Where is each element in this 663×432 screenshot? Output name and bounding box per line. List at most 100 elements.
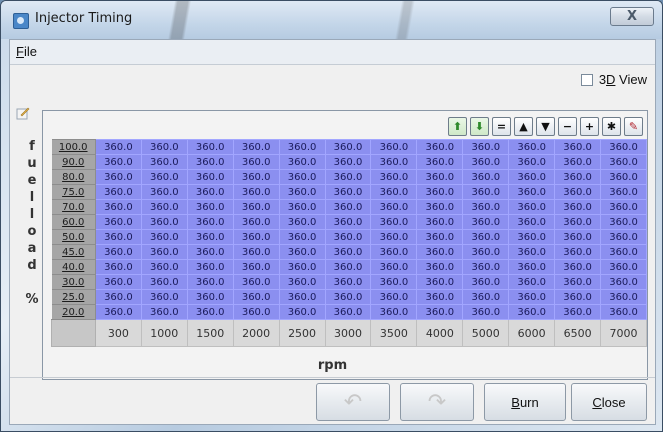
table-cell[interactable]: 360.0 bbox=[186, 184, 234, 200]
table-cell[interactable]: 360.0 bbox=[462, 199, 510, 215]
multiply-button[interactable]: ✱ bbox=[602, 117, 621, 136]
table-cell[interactable]: 360.0 bbox=[370, 199, 418, 215]
table-cell[interactable]: 360.0 bbox=[186, 304, 234, 320]
table-cell[interactable]: 360.0 bbox=[600, 244, 647, 260]
table-cell[interactable]: 360.0 bbox=[186, 139, 234, 155]
table-cell[interactable]: 360.0 bbox=[462, 244, 510, 260]
table-cell[interactable]: 360.0 bbox=[140, 214, 188, 230]
table-cell[interactable]: 360.0 bbox=[140, 169, 188, 185]
minus-button[interactable]: − bbox=[558, 117, 577, 136]
table-cell[interactable]: 360.0 bbox=[278, 244, 326, 260]
table-cell[interactable]: 360.0 bbox=[232, 259, 280, 275]
table-cell[interactable]: 360.0 bbox=[600, 169, 647, 185]
table-cell[interactable]: 360.0 bbox=[416, 214, 464, 230]
menu-file[interactable]: File bbox=[16, 44, 37, 59]
table-cell[interactable]: 360.0 bbox=[278, 229, 326, 245]
table-cell[interactable]: 360.0 bbox=[508, 139, 556, 155]
table-cell[interactable]: 360.0 bbox=[324, 214, 372, 230]
table-cell[interactable]: 360.0 bbox=[94, 289, 142, 305]
table-cell[interactable]: 360.0 bbox=[94, 184, 142, 200]
table-cell[interactable]: 360.0 bbox=[600, 289, 647, 305]
table-cell[interactable]: 360.0 bbox=[140, 274, 188, 290]
table-cell[interactable]: 360.0 bbox=[416, 259, 464, 275]
table-cell[interactable]: 360.0 bbox=[554, 259, 602, 275]
table-cell[interactable]: 360.0 bbox=[416, 304, 464, 320]
table-cell[interactable]: 360.0 bbox=[94, 139, 142, 155]
table-cell[interactable]: 360.0 bbox=[324, 289, 372, 305]
table-cell[interactable]: 360.0 bbox=[186, 229, 234, 245]
table-cell[interactable]: 360.0 bbox=[232, 304, 280, 320]
table-cell[interactable]: 360.0 bbox=[508, 274, 556, 290]
table-cell[interactable]: 360.0 bbox=[186, 169, 234, 185]
column-label[interactable]: 7000 bbox=[600, 319, 647, 347]
table-cell[interactable]: 360.0 bbox=[416, 139, 464, 155]
table-cell[interactable]: 360.0 bbox=[416, 289, 464, 305]
table-cell[interactable]: 360.0 bbox=[94, 244, 142, 260]
table-cell[interactable]: 360.0 bbox=[324, 274, 372, 290]
table-cell[interactable]: 360.0 bbox=[186, 154, 234, 170]
row-label[interactable]: 45.0 bbox=[51, 244, 96, 260]
arrow-down-green-button[interactable]: ⬇ bbox=[470, 117, 489, 136]
column-label[interactable]: 2500 bbox=[278, 319, 326, 347]
table-cell[interactable]: 360.0 bbox=[324, 244, 372, 260]
table-cell[interactable]: 360.0 bbox=[508, 154, 556, 170]
table-cell[interactable]: 360.0 bbox=[554, 244, 602, 260]
table-cell[interactable]: 360.0 bbox=[600, 214, 647, 230]
table-cell[interactable]: 360.0 bbox=[140, 184, 188, 200]
column-label[interactable]: 1000 bbox=[140, 319, 188, 347]
table-cell[interactable]: 360.0 bbox=[186, 289, 234, 305]
table-cell[interactable]: 360.0 bbox=[508, 199, 556, 215]
table-cell[interactable]: 360.0 bbox=[508, 259, 556, 275]
table-cell[interactable]: 360.0 bbox=[94, 274, 142, 290]
table-cell[interactable]: 360.0 bbox=[554, 304, 602, 320]
table-cell[interactable]: 360.0 bbox=[600, 184, 647, 200]
table-cell[interactable]: 360.0 bbox=[462, 304, 510, 320]
equals-button[interactable]: = bbox=[492, 117, 511, 136]
table-cell[interactable]: 360.0 bbox=[140, 244, 188, 260]
table-cell[interactable]: 360.0 bbox=[600, 274, 647, 290]
table-cell[interactable]: 360.0 bbox=[232, 289, 280, 305]
row-label[interactable]: 60.0 bbox=[51, 214, 96, 230]
triangle-down-button[interactable]: ▼ bbox=[536, 117, 555, 136]
table-cell[interactable]: 360.0 bbox=[232, 274, 280, 290]
table-cell[interactable]: 360.0 bbox=[508, 214, 556, 230]
table-cell[interactable]: 360.0 bbox=[508, 244, 556, 260]
table-cell[interactable]: 360.0 bbox=[324, 259, 372, 275]
table-cell[interactable]: 360.0 bbox=[94, 199, 142, 215]
table-cell[interactable]: 360.0 bbox=[370, 244, 418, 260]
undo-button[interactable]: ↶ bbox=[316, 383, 390, 421]
row-label[interactable]: 40.0 bbox=[51, 259, 96, 275]
row-label[interactable]: 20.0 bbox=[51, 304, 96, 320]
table-cell[interactable]: 360.0 bbox=[186, 259, 234, 275]
table-cell[interactable]: 360.0 bbox=[232, 139, 280, 155]
row-label[interactable]: 50.0 bbox=[51, 229, 96, 245]
table-cell[interactable]: 360.0 bbox=[232, 199, 280, 215]
table-cell[interactable]: 360.0 bbox=[554, 274, 602, 290]
column-label[interactable]: 3000 bbox=[324, 319, 372, 347]
row-label[interactable]: 25.0 bbox=[51, 289, 96, 305]
table-cell[interactable]: 360.0 bbox=[370, 289, 418, 305]
row-label[interactable]: 90.0 bbox=[51, 154, 96, 170]
table-cell[interactable]: 360.0 bbox=[186, 244, 234, 260]
table-cell[interactable]: 360.0 bbox=[324, 229, 372, 245]
table-cell[interactable]: 360.0 bbox=[416, 274, 464, 290]
column-label[interactable]: 4000 bbox=[416, 319, 464, 347]
redo-button[interactable]: ↷ bbox=[400, 383, 474, 421]
column-label[interactable]: 2000 bbox=[232, 319, 280, 347]
plus-button[interactable]: + bbox=[580, 117, 599, 136]
table-cell[interactable]: 360.0 bbox=[554, 169, 602, 185]
table-cell[interactable]: 360.0 bbox=[600, 304, 647, 320]
table-cell[interactable]: 360.0 bbox=[278, 199, 326, 215]
table-cell[interactable]: 360.0 bbox=[232, 244, 280, 260]
table-cell[interactable]: 360.0 bbox=[554, 139, 602, 155]
table-cell[interactable]: 360.0 bbox=[508, 169, 556, 185]
table-cell[interactable]: 360.0 bbox=[554, 199, 602, 215]
table-cell[interactable]: 360.0 bbox=[278, 139, 326, 155]
table-cell[interactable]: 360.0 bbox=[324, 184, 372, 200]
window-close-button[interactable]: X bbox=[610, 7, 654, 26]
close-button[interactable]: Close bbox=[571, 383, 647, 421]
table-cell[interactable]: 360.0 bbox=[370, 274, 418, 290]
arrow-up-green-button[interactable]: ⬆ bbox=[448, 117, 467, 136]
table-cell[interactable]: 360.0 bbox=[278, 289, 326, 305]
table-cell[interactable]: 360.0 bbox=[416, 244, 464, 260]
